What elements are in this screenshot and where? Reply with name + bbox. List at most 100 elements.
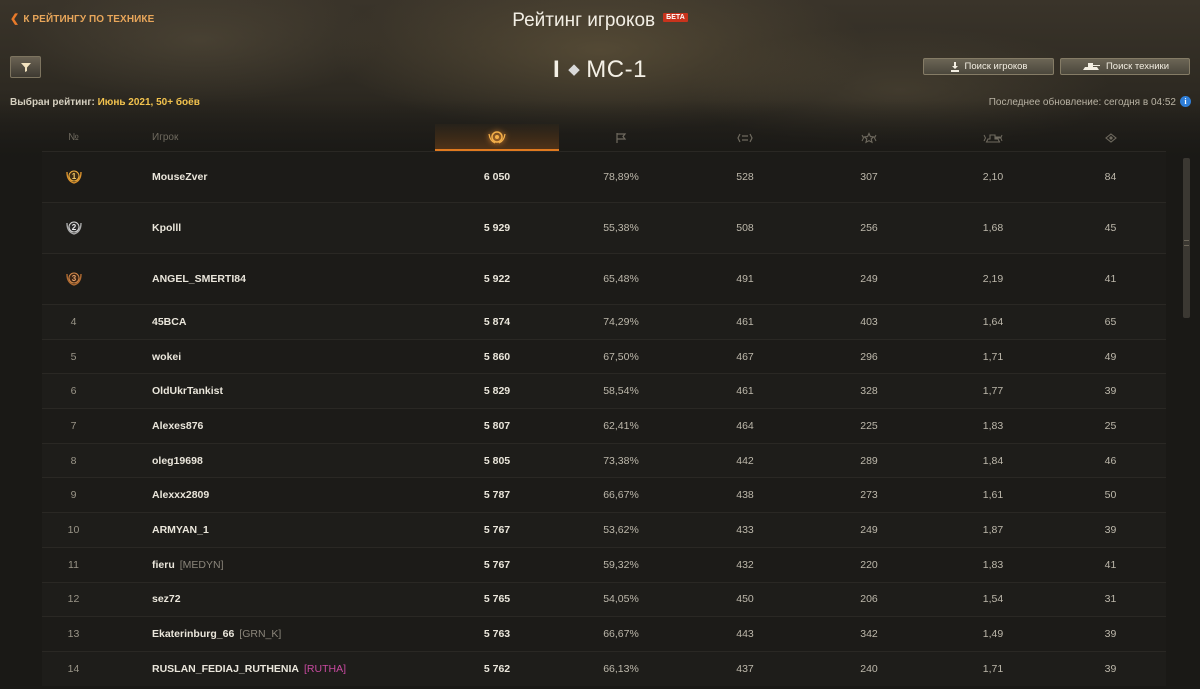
scrollbar[interactable]	[1181, 158, 1192, 686]
winrate-cell: 54,05%	[603, 593, 639, 606]
xp-cell: 273	[860, 489, 878, 502]
table-row[interactable]: 4 45BCA 5 874 74,29% 461 403 1,64 65	[42, 304, 1166, 339]
player-name[interactable]: RUSLAN_FEDIAJ_RUTHENIA [RUTHA]	[105, 652, 435, 686]
spotting-cell: 65	[1104, 315, 1117, 328]
leaderboard-table: № Игрок 1 MouseZver 6 050 78,89% 528 307…	[42, 124, 1166, 686]
damage-cell: 437	[736, 662, 754, 675]
player-name[interactable]: Alexxx2809	[105, 478, 435, 512]
player-name[interactable]: sez72	[105, 583, 435, 617]
damage-cell: 461	[736, 315, 754, 328]
table-row[interactable]: 14 RUSLAN_FEDIAJ_RUTHENIA [RUTHA] 5 762 6…	[42, 650, 1166, 686]
search-vehicles-button[interactable]: Поиск техники	[1060, 58, 1190, 75]
player-name-text[interactable]: ARMYAN_1	[152, 524, 209, 536]
rank-cell: 1	[42, 152, 105, 202]
col-kills-header[interactable]	[931, 124, 1055, 151]
player-name-text[interactable]: wokei	[152, 351, 181, 363]
player-name-text[interactable]: OldUkrTankist	[152, 385, 223, 397]
player-name[interactable]: MouseZver	[105, 152, 435, 202]
player-name[interactable]: 45BCA	[105, 305, 435, 339]
player-name[interactable]: oleg19698	[105, 444, 435, 478]
player-name-text[interactable]: Kpolll	[152, 222, 181, 234]
player-name-text[interactable]: 45BCA	[152, 316, 186, 328]
page-title: Рейтинг игроков БЕТА	[0, 10, 1200, 32]
table-row[interactable]: 6 OldUkrTankist 5 829 58,54% 461 328 1,7…	[42, 373, 1166, 409]
table-row[interactable]: 2 Kpolll 5 929 55,38% 508 256 1,68 45	[42, 202, 1166, 253]
col-rating-header[interactable]	[435, 124, 559, 151]
tank-tier: I	[553, 56, 561, 83]
player-name-text[interactable]: Alexes876	[152, 420, 203, 432]
col-player-header[interactable]: Игрок	[105, 124, 435, 151]
info-icon[interactable]: i	[1180, 96, 1191, 107]
light-tank-icon: ◆	[568, 61, 581, 78]
player-name-text[interactable]: RUSLAN_FEDIAJ_RUTHENIA	[152, 663, 299, 675]
clan-tag[interactable]: [MEDYN]	[180, 559, 224, 571]
table-row[interactable]: 8 oleg19698 5 805 73,38% 442 289 1,84 46	[42, 442, 1166, 478]
clan-tag[interactable]: [RUTHA]	[304, 663, 346, 675]
table-row[interactable]: 12 sez72 5 765 54,05% 450 206 1,54 31	[42, 581, 1166, 617]
player-name[interactable]: Alexes876	[105, 409, 435, 443]
player-name-text[interactable]: MouseZver	[152, 171, 207, 183]
player-name-text[interactable]: ANGEL_SMERTI84	[152, 273, 246, 285]
rank-cell: 8	[70, 454, 77, 467]
winrate-cell: 53,62%	[603, 523, 639, 536]
svg-text:2: 2	[71, 223, 76, 232]
search-players-button[interactable]: Поиск игроков	[923, 58, 1054, 75]
rank-cell: 5	[70, 350, 77, 363]
rank-cell: 12	[67, 593, 80, 606]
winrate-cell: 67,50%	[603, 350, 639, 363]
player-name-text[interactable]: sez72	[152, 593, 181, 605]
table-row[interactable]: 10 ARMYAN_1 5 767 53,62% 433 249 1,87 39	[42, 512, 1166, 547]
player-name-text[interactable]: Alexxx2809	[152, 489, 209, 501]
player-name[interactable]: ARMYAN_1	[105, 513, 435, 547]
filter-button[interactable]	[10, 56, 41, 78]
spotting-cell: 41	[1104, 558, 1117, 571]
player-name-text[interactable]: fieru	[152, 559, 175, 571]
clan-tag[interactable]: [GRN_K]	[239, 628, 281, 640]
spotting-cell: 49	[1104, 350, 1117, 363]
rating-medal-icon	[488, 130, 506, 144]
player-name[interactable]: Kpolll	[105, 203, 435, 253]
winrate-cell: 65,48%	[603, 273, 639, 285]
last-update-text: Последнее обновление: сегодня в 04:52	[988, 97, 1176, 108]
xp-cell: 249	[860, 273, 878, 285]
scrollbar-thumb[interactable]	[1183, 158, 1190, 318]
col-winrate-header[interactable]	[559, 124, 683, 151]
rating-cell: 5 874	[483, 315, 511, 328]
kills-cell: 1,87	[982, 523, 1004, 536]
selected-rating-value[interactable]: Июнь 2021, 50+ боёв	[98, 97, 200, 108]
winrate-cell: 66,67%	[603, 489, 639, 502]
col-damage-header[interactable]	[683, 124, 807, 151]
spotting-cell: 46	[1104, 454, 1117, 467]
player-name-text[interactable]: Ekaterinburg_66	[152, 628, 234, 640]
selected-rating-label: Выбран рейтинг:	[10, 97, 95, 108]
kills-cell: 1,71	[982, 662, 1004, 675]
rating-cell: 5 762	[483, 662, 511, 675]
rating-cell: 5 763	[483, 628, 511, 641]
player-name[interactable]: OldUkrTankist	[105, 374, 435, 408]
player-name-text[interactable]: oleg19698	[152, 455, 203, 467]
table-row[interactable]: 5 wokei 5 860 67,50% 467 296 1,71 49	[42, 338, 1166, 374]
table-row[interactable]: 3 ANGEL_SMERTI84 5 922 65,48% 491 249 2,…	[42, 253, 1166, 304]
table-row[interactable]: 1 MouseZver 6 050 78,89% 528 307 2,10 84	[42, 151, 1166, 202]
kills-cell: 2,10	[982, 171, 1004, 183]
player-name[interactable]: wokei	[105, 340, 435, 374]
col-rank-header[interactable]: №	[42, 124, 105, 151]
winrate-cell: 58,54%	[603, 385, 639, 398]
damage-cell: 464	[736, 419, 754, 432]
selected-rating: Выбран рейтинг: Июнь 2021, 50+ боёв	[10, 97, 200, 108]
col-xp-header[interactable]	[807, 124, 931, 151]
col-spotting-header[interactable]	[1055, 124, 1166, 151]
damage-icon	[737, 133, 753, 142]
player-name[interactable]: ANGEL_SMERTI84	[105, 254, 435, 304]
table-row[interactable]: 9 Alexxx2809 5 787 66,67% 438 273 1,61 5…	[42, 477, 1166, 513]
table-row[interactable]: 13 Ekaterinburg_66 [GRN_K] 5 763 66,67% 4…	[42, 616, 1166, 651]
kills-cell: 1,54	[982, 593, 1004, 606]
kills-cell: 2,19	[982, 273, 1004, 285]
player-name[interactable]: fieru [MEDYN]	[105, 548, 435, 582]
rank-cell: 9	[70, 489, 77, 502]
xp-cell: 206	[860, 593, 878, 606]
table-row[interactable]: 7 Alexes876 5 807 62,41% 464 225 1,83 25	[42, 408, 1166, 443]
player-name[interactable]: Ekaterinburg_66 [GRN_K]	[105, 617, 435, 651]
spotting-cell: 31	[1104, 593, 1117, 606]
table-row[interactable]: 11 fieru [MEDYN] 5 767 59,32% 432 220 1,8…	[42, 546, 1166, 582]
